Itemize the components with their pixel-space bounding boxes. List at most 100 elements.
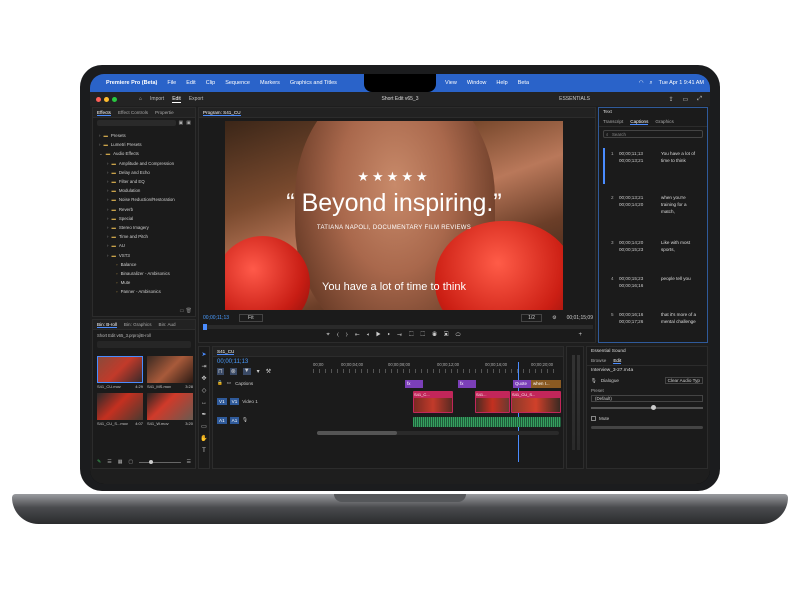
chevron-down-icon[interactable]: ⌄ <box>99 151 103 156</box>
current-timecode[interactable]: 00;00;11;13 <box>203 315 229 321</box>
go-to-out-icon[interactable]: ⇥ <box>397 332 409 338</box>
menu-graphics-titles[interactable]: Graphics and Titles <box>290 80 337 86</box>
effects-tree-item[interactable]: › ▬ Filter and EQ <box>97 177 191 186</box>
zoom-window-button[interactable] <box>112 96 117 102</box>
menu-edit[interactable]: Edit <box>186 80 195 86</box>
bin-search-input[interactable] <box>97 341 191 348</box>
home-icon[interactable]: ⌂ <box>139 96 142 102</box>
menu-window[interactable]: Window <box>467 80 487 86</box>
extract-icon[interactable]: ⬚ <box>421 332 433 338</box>
menu-view[interactable]: View <box>445 80 457 86</box>
linked-selection-icon[interactable]: ⊗ <box>229 368 237 375</box>
caption-clip-quote[interactable]: Quote <box>513 380 531 388</box>
chevron-right-icon[interactable]: › <box>99 133 100 138</box>
chevron-right-icon[interactable]: › <box>107 216 108 221</box>
loudness-slider[interactable] <box>591 405 703 410</box>
effects-tree-item[interactable]: ▫ Mute <box>97 278 191 287</box>
mark-in-icon[interactable]: ⟨ <box>337 332 346 338</box>
freeform-view-icon[interactable]: ▢ <box>128 459 133 465</box>
effects-tree-item[interactable]: › ▬ VST3 <box>97 251 191 260</box>
add-button-icon[interactable]: + <box>578 332 589 338</box>
effects-tree-item[interactable]: › ▬ Reverb <box>97 205 191 214</box>
hand-tool-icon[interactable]: ✋ <box>199 433 209 445</box>
volume-slider[interactable] <box>591 426 703 429</box>
source-patch-v1[interactable]: V1 <box>217 397 227 405</box>
chevron-right-icon[interactable]: › <box>107 188 108 193</box>
menu-help[interactable]: Help <box>496 80 507 86</box>
tab-program[interactable]: Program: S41_CU <box>203 110 241 116</box>
tab-bin-broll[interactable]: Bin: B-roll <box>97 322 117 328</box>
bin-clip-2[interactable]: S41_MS.mov 3:28 <box>147 356 193 389</box>
lift-icon[interactable]: ⬚ <box>409 332 421 338</box>
go-to-in-icon[interactable]: ⇤ <box>355 332 367 338</box>
chevron-right-icon[interactable]: › <box>107 179 108 184</box>
menu-app-name[interactable]: Premiere Pro (Beta) <box>106 80 157 86</box>
tab-graphics[interactable]: Graphics <box>655 119 673 124</box>
wrench-icon[interactable]: ⚙ <box>552 315 556 321</box>
mute-checkbox[interactable] <box>591 416 596 421</box>
thumbnail-size-slider[interactable] <box>139 459 181 464</box>
preset-dropdown[interactable]: (Default) <box>591 395 703 402</box>
track-target-v1[interactable]: V1 <box>229 397 240 405</box>
chevron-right-icon[interactable]: › <box>107 243 108 248</box>
pen-tool-icon[interactable]: ✒ <box>199 409 209 421</box>
effects-tree-item[interactable]: › ▬ Special <box>97 214 191 223</box>
chevron-right-icon[interactable]: › <box>107 225 108 230</box>
wifi-icon[interactable]: ◠ <box>639 80 644 86</box>
lock-icon[interactable]: 🔒 <box>217 380 223 386</box>
mark-out-icon[interactable]: ⟩ <box>346 332 355 338</box>
ripple-edit-icon[interactable]: ✥ <box>199 373 209 385</box>
step-forward-icon[interactable]: ▸ <box>388 332 397 338</box>
slip-tool-icon[interactable]: ↔ <box>199 397 209 409</box>
effects-tree-item[interactable]: › ▬ Presets <box>97 131 191 140</box>
monitor-scrubber[interactable] <box>203 324 593 330</box>
caption-text[interactable]: You have a lot of time to think <box>661 150 701 164</box>
toggle-output-icon[interactable]: ▭ <box>227 380 231 386</box>
track-target-a1[interactable]: A1 <box>229 416 240 424</box>
snap-icon[interactable]: ⊓ <box>217 368 224 375</box>
list-view-icon[interactable]: ☰ <box>107 459 111 465</box>
effects-tree-item[interactable]: › ▬ AU <box>97 241 191 250</box>
tab-sequence[interactable]: S41_CU <box>217 349 235 355</box>
menu-markers[interactable]: Markers <box>260 80 280 86</box>
vr-icon[interactable]: ⬭ <box>455 332 467 338</box>
effects-tree-item[interactable]: ▫ Binauralizer - Ambisonics <box>97 269 191 278</box>
effects-tree-item[interactable]: › ▬ Amplitude and Compression <box>97 159 191 168</box>
program-video-frame[interactable]: ★★★★★ “ Beyond inspiring.” TATIANA NAPOL… <box>225 121 563 310</box>
chevron-right-icon[interactable]: › <box>107 197 108 202</box>
folder-icon[interactable]: ▭ <box>180 308 185 314</box>
tab-bin-graphics[interactable]: Bin: Graphics <box>124 322 152 327</box>
effects-tree-item[interactable]: › ▬ Modulation <box>97 186 191 195</box>
chevron-right-icon[interactable]: › <box>107 161 108 166</box>
tab-edit-sound[interactable]: Edit <box>613 358 622 364</box>
effects-search-input[interactable] <box>97 120 176 126</box>
tab-bin-audio[interactable]: Bin: Aud <box>159 322 176 327</box>
chevron-right-icon[interactable]: › <box>107 234 108 239</box>
track-select-icon[interactable]: ⇥ <box>199 361 209 373</box>
bin-menu-icon[interactable]: ☰ <box>187 459 191 465</box>
export-frame-icon[interactable]: ◉ <box>432 332 444 338</box>
clock[interactable]: Tue Apr 1 9:41 AM <box>659 80 704 86</box>
slider-handle[interactable] <box>651 405 656 410</box>
fullscreen-icon[interactable]: ⤢ <box>697 96 702 103</box>
timeline-scrollbar[interactable] <box>317 431 559 435</box>
chevron-right-icon[interactable]: › <box>99 142 100 147</box>
bin-clip-1[interactable]: S41_CU.mov 4:29 <box>97 356 143 389</box>
selection-tool-icon[interactable]: ➤ <box>199 349 209 361</box>
new-bin-icon[interactable]: ▣ <box>179 120 184 126</box>
share-icon[interactable]: ⇪ <box>668 96 673 103</box>
tab-effect-controls[interactable]: Effect Controls <box>118 110 148 115</box>
marker-icon[interactable]: ▾ <box>257 368 260 375</box>
timeline-timecode[interactable]: 00;00;11;13 <box>217 359 248 365</box>
caption-clip[interactable]: when I... <box>531 380 561 388</box>
close-window-button[interactable] <box>96 96 101 102</box>
tab-export[interactable]: Export <box>189 96 203 102</box>
razor-tool-icon[interactable]: ◇ <box>199 385 209 397</box>
captions-search-input[interactable]: ⌕ Search <box>603 130 703 138</box>
caption-text[interactable]: Like with most sports, <box>661 239 701 253</box>
tab-transcript[interactable]: Transcript <box>603 119 623 124</box>
video-clip[interactable]: S41_C... <box>413 391 453 413</box>
icon-view-icon[interactable]: ▦ <box>118 459 123 465</box>
menu-sequence[interactable]: Sequence <box>225 80 250 86</box>
audio-clip[interactable] <box>413 417 561 427</box>
